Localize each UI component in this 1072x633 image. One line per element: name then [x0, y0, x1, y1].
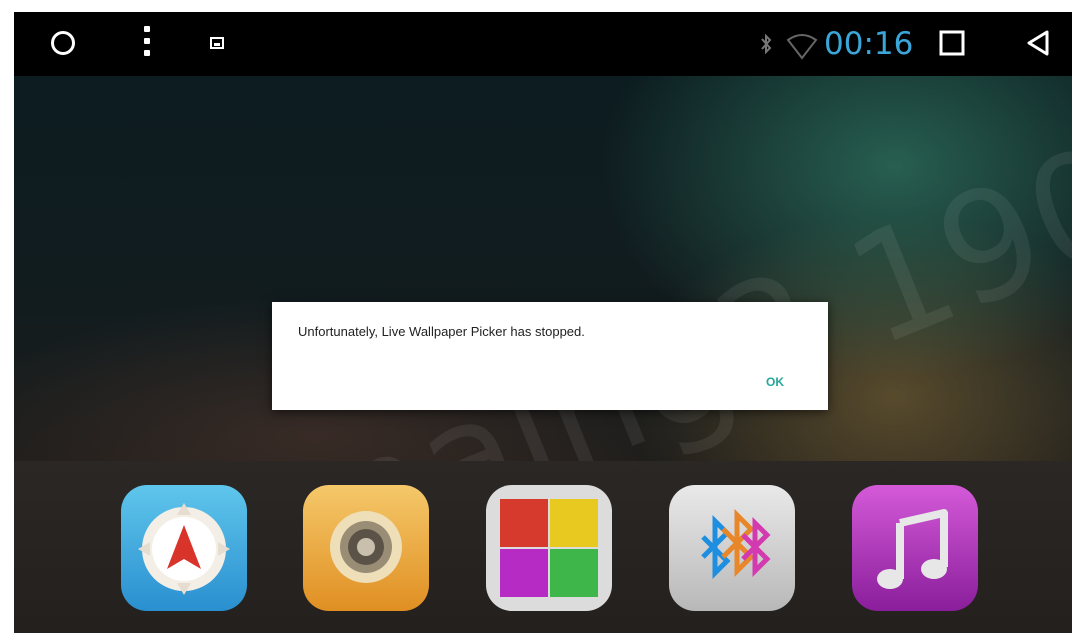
app-grid-icon: [500, 499, 598, 597]
app-dock: [14, 461, 1072, 633]
bluetooth-app-icon[interactable]: [669, 485, 795, 611]
music-note-icon: [877, 509, 948, 589]
wifi-icon: [786, 34, 818, 60]
navigation-app-icon[interactable]: [121, 485, 247, 611]
bluetooth-app-glyph-icon: [701, 508, 771, 580]
dialog-message: Unfortunately, Live Wallpaper Picker has…: [298, 324, 585, 339]
status-bar: 00:16: [14, 12, 1072, 76]
error-dialog: Unfortunately, Live Wallpaper Picker has…: [272, 302, 828, 410]
ok-button[interactable]: OK: [760, 373, 790, 391]
music-app-icon[interactable]: [852, 485, 978, 611]
bluetooth-icon: [761, 34, 772, 54]
apps-app-icon[interactable]: [486, 485, 612, 611]
status-clock: 00:16: [824, 26, 914, 62]
recent-apps-icon[interactable]: [938, 29, 966, 57]
camera-lens-icon: [330, 511, 402, 583]
menu-dots-icon[interactable]: [142, 26, 152, 60]
image-notification-icon: [210, 37, 224, 49]
camera-app-icon[interactable]: [303, 485, 429, 611]
home-circle-icon[interactable]: [50, 30, 76, 56]
compass-icon: [138, 503, 230, 595]
back-icon[interactable]: [1024, 29, 1052, 57]
device-screen: 00:16 maing2 1906 Unfortunately, Live Wa…: [14, 12, 1072, 633]
